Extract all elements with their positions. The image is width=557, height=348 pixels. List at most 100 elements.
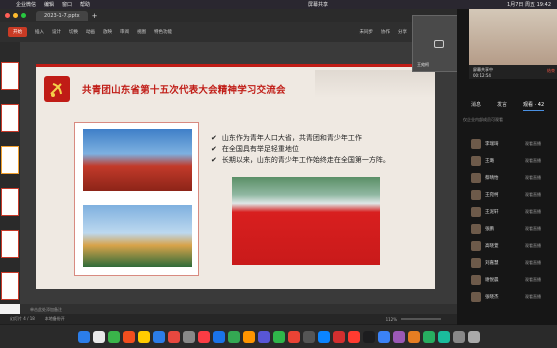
member-status: 观看直播 [525, 242, 541, 248]
bullet-text: 在全国具有举足轻重地位 [221, 145, 299, 153]
menu-app[interactable]: 企业微信 [16, 1, 36, 8]
maximize-icon[interactable] [21, 13, 26, 18]
dock [0, 325, 557, 348]
dock-app-icon[interactable] [287, 330, 300, 343]
new-tab-icon[interactable]: + [92, 12, 98, 20]
dock-app-icon[interactable] [77, 330, 90, 343]
member-row[interactable]: 张鹏 观看直播 [471, 220, 551, 237]
member-status: 观看直播 [525, 225, 541, 231]
ribbon: 开始 插入 设计 切换 动画 放映 审阅 视图 特色功能 未同步 协作 分享 [0, 22, 457, 42]
member-status: 观看直播 [525, 293, 541, 299]
slide-thumbnails [0, 42, 20, 304]
member-row[interactable]: 高晓萱 观看直播 [471, 237, 551, 254]
dock-app-icon[interactable] [362, 330, 375, 343]
bullet-item: ✔ 在全国具有举足轻重地位 [211, 144, 390, 155]
collab-button[interactable]: 协作 [381, 29, 390, 35]
tab-messages[interactable]: 消息 [471, 101, 481, 111]
member-row[interactable]: 刘嘉慧 观看直播 [471, 254, 551, 271]
ribbon-tab-slideshow[interactable]: 放映 [103, 29, 112, 35]
tab-viewers[interactable]: 观看 · 42 [523, 101, 545, 111]
close-icon[interactable] [5, 13, 10, 18]
dock-app-icon[interactable] [167, 330, 180, 343]
file-tab[interactable]: 2023-1-7.pptx [36, 10, 88, 21]
menubar: 企业微信 编辑 窗口 帮助 屏幕共享 1月7日 周五 19:42 [0, 0, 557, 9]
dock-app-icon[interactable] [227, 330, 240, 343]
member-row[interactable]: 谢悦晨 观看直播 [471, 271, 551, 288]
menu-window[interactable]: 窗口 [62, 1, 72, 8]
dock-app-icon[interactable] [422, 330, 435, 343]
ribbon-tab-insert[interactable]: 插入 [35, 29, 44, 35]
call-panel: 屏幕共享中 00:12:54 结束 消息 发言 观看 · 42 仅企业内部成员可… [457, 9, 557, 325]
dock-app-icon[interactable] [122, 330, 135, 343]
status-bar: 幻灯片 4 / 18 本地备份开 112% [0, 314, 457, 324]
slide-thumb-active[interactable] [1, 146, 19, 174]
dock-app-icon[interactable] [257, 330, 270, 343]
share-button[interactable]: 分享 [398, 29, 407, 35]
dock-app-icon[interactable] [272, 330, 285, 343]
slide-thumb[interactable] [1, 272, 19, 300]
dock-app-icon[interactable] [197, 330, 210, 343]
ribbon-tab-start[interactable]: 开始 [8, 27, 27, 37]
backup-status[interactable]: 本地备份开 [45, 316, 65, 322]
presenter-video[interactable] [469, 9, 557, 65]
ribbon-tab-transition[interactable]: 切换 [69, 29, 78, 35]
member-row[interactable]: 张晓杰 观看直播 [471, 288, 551, 305]
ribbon-tab-review[interactable]: 审阅 [120, 29, 129, 35]
dock-app-icon[interactable] [452, 330, 465, 343]
dock-app-icon[interactable] [152, 330, 165, 343]
zoom-slider[interactable] [401, 318, 441, 320]
member-name: 王璐 [485, 158, 494, 164]
dock-app-icon[interactable] [377, 330, 390, 343]
dock-app-icon[interactable] [137, 330, 150, 343]
dock-app-icon[interactable] [212, 330, 225, 343]
bullet-text: 长期以来，山东的青少年工作始终走在全国第一方阵。 [221, 156, 390, 164]
dock-app-icon[interactable] [302, 330, 315, 343]
zoom-level[interactable]: 112% [386, 317, 397, 322]
ribbon-tab-animation[interactable]: 动画 [86, 29, 95, 35]
menu-edit[interactable]: 编辑 [44, 1, 54, 8]
member-list: 李瑞琦 观看直播 王璐 观看直播 蔡晴怡 观看直播 王宛柯 观看直播 王泥轩 观看直播 张鹏 观看直播… [471, 135, 551, 305]
dock-app-icon[interactable] [317, 330, 330, 343]
slide-thumb[interactable] [1, 62, 19, 90]
member-row[interactable]: 蔡晴怡 观看直播 [471, 169, 551, 186]
dock-app-icon[interactable] [407, 330, 420, 343]
dock-app-icon[interactable] [392, 330, 405, 343]
member-status: 观看直播 [525, 191, 541, 197]
member-status: 观看直播 [525, 157, 541, 163]
member-row[interactable]: 王璐 观看直播 [471, 152, 551, 169]
wps-window: 2023-1-7.pptx + 开始 插入 设计 切换 动画 放映 审阅 视图 … [0, 9, 457, 324]
member-status: 观看直播 [525, 276, 541, 282]
dock-app-icon[interactable] [242, 330, 255, 343]
notes-pane[interactable]: 单击此处添加备注 [20, 304, 457, 314]
member-row[interactable]: 王泥轩 观看直播 [471, 203, 551, 220]
dock-app-icon[interactable] [467, 330, 480, 343]
dock-app-icon[interactable] [92, 330, 105, 343]
ribbon-tab-design[interactable]: 设计 [52, 29, 61, 35]
notes-placeholder: 单击此处添加备注 [30, 307, 62, 312]
dock-app-icon[interactable] [182, 330, 195, 343]
dock-app-icon[interactable] [107, 330, 120, 343]
slide-thumb[interactable] [1, 230, 19, 258]
dock-app-icon[interactable] [437, 330, 450, 343]
member-row[interactable]: 王宛柯 观看直播 [471, 186, 551, 203]
member-row[interactable]: 李瑞琦 观看直播 [471, 135, 551, 152]
photo-red-wall [232, 177, 380, 265]
minimize-icon[interactable] [13, 13, 18, 18]
dock-app-icon[interactable] [347, 330, 360, 343]
menu-help[interactable]: 帮助 [80, 1, 90, 8]
slide[interactable]: 共青团山东省第十五次代表大会精神学习交流会 ✔ 山东作为青年人口大省，共青团和青少… [36, 64, 435, 289]
bullet-item: ✔ 山东作为青年人口大省，共青团和青少年工作 [211, 133, 390, 144]
avatar [471, 155, 481, 166]
bullet-list: ✔ 山东作为青年人口大省，共青团和青少年工作 ✔ 在全国具有举足轻重地位 ✔ 长期以来… [211, 133, 390, 166]
tab-speak[interactable]: 发言 [497, 101, 507, 111]
dock-app-icon[interactable] [332, 330, 345, 343]
sync-button[interactable]: 未同步 [360, 29, 374, 35]
ribbon-tab-view[interactable]: 视图 [137, 29, 146, 35]
slide-thumb[interactable] [1, 188, 19, 216]
party-emblem-icon [44, 76, 70, 102]
avatar [471, 138, 481, 149]
slide-thumb[interactable] [1, 104, 19, 132]
screen-share-status[interactable]: 屏幕共享 [308, 1, 328, 8]
ribbon-tab-features[interactable]: 特色功能 [154, 29, 172, 35]
end-button[interactable]: 结束 [547, 68, 555, 74]
